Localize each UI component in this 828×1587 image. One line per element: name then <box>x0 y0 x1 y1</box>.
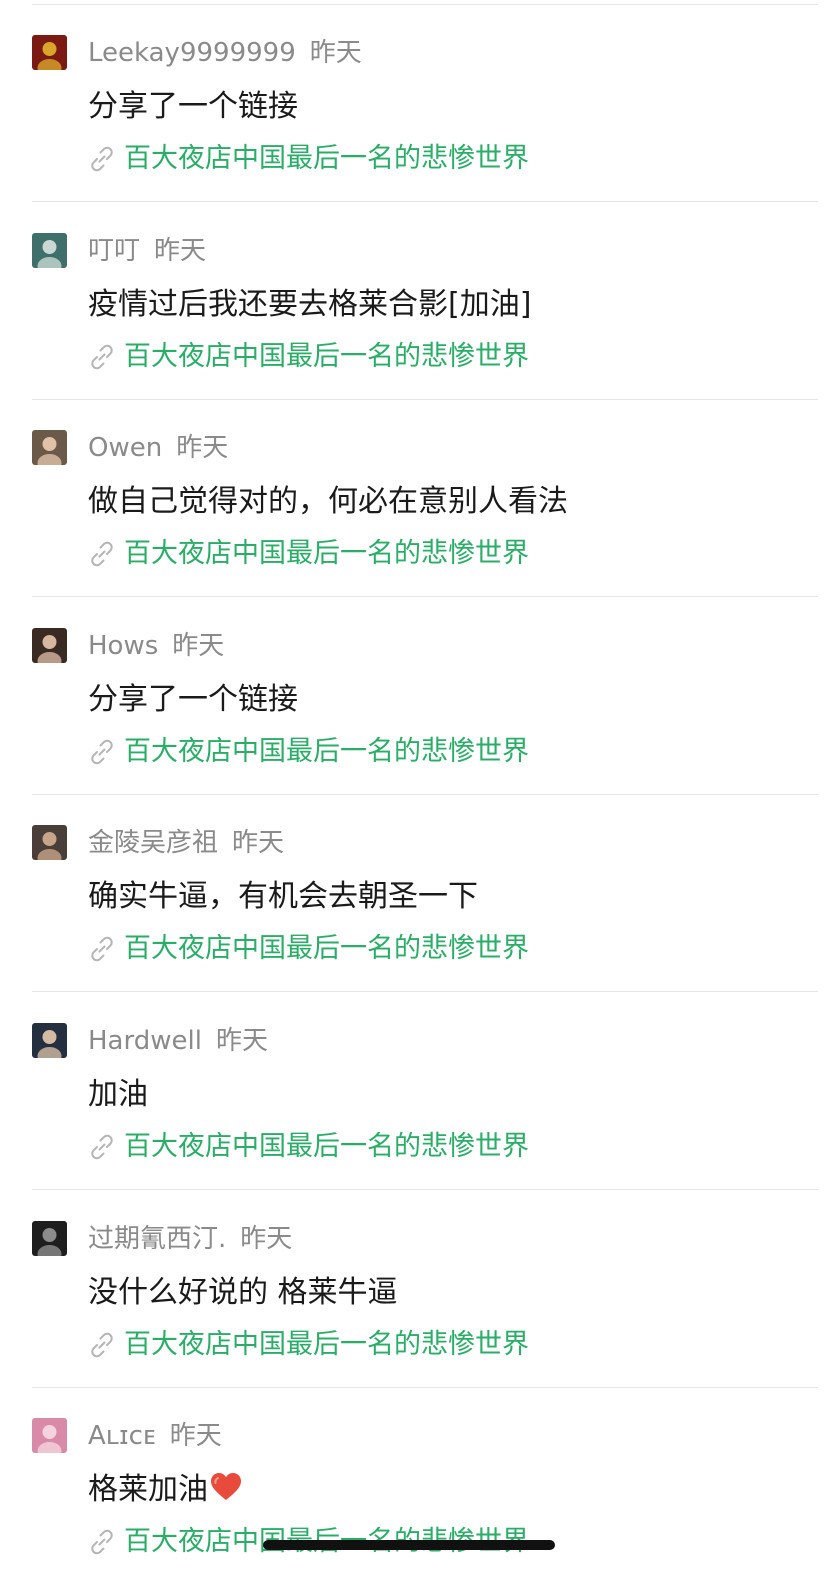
user-name[interactable]: Leekay9999999 <box>88 38 296 68</box>
link-title[interactable]: 百大夜店中国最后一名的悲惨世界 <box>124 139 529 179</box>
feed-item[interactable]: Aʟɪᴄᴇ昨天格莱加油百大夜店中国最后一名的悲惨世界 <box>0 1388 828 1585</box>
link-icon <box>86 538 118 570</box>
link-icon <box>86 933 118 965</box>
comment-meta: Leekay9999999 昨天 <box>88 33 362 73</box>
comment-meta: Hows 昨天 <box>88 626 224 666</box>
link-icon <box>86 1329 118 1361</box>
item-divider <box>32 596 818 597</box>
comment-text: 格莱加油 <box>88 1472 208 1507</box>
shared-link[interactable]: 百大夜店中国最后一名的悲惨世界 <box>86 929 529 969</box>
timestamp: 昨天 <box>154 236 207 266</box>
comment-text: 确实牛逼，有机会去朝圣一下 <box>88 879 478 914</box>
timestamp: 昨天 <box>232 828 285 858</box>
feed-item[interactable]: Hardwell 昨天加油百大夜店中国最后一名的悲惨世界 <box>0 993 828 1190</box>
user-name[interactable]: 叮叮 <box>88 236 140 266</box>
comment-meta: Aʟɪᴄᴇ 昨天 <box>88 1416 222 1456</box>
shared-link[interactable]: 百大夜店中国最后一名的悲惨世界 <box>86 1127 529 1167</box>
user-name[interactable]: Hows <box>88 631 158 661</box>
avatar[interactable] <box>32 430 67 465</box>
comment-text-row: 确实牛逼，有机会去朝圣一下 <box>88 875 478 919</box>
shared-link[interactable]: 百大夜店中国最后一名的悲惨世界 <box>86 139 529 179</box>
item-divider <box>32 991 818 992</box>
comment-text-row: 疫情过后我还要去格莱合影[加油] <box>88 283 531 327</box>
link-title[interactable]: 百大夜店中国最后一名的悲惨世界 <box>124 1127 529 1167</box>
comment-text: 加油 <box>88 1077 148 1112</box>
feed-item[interactable]: 金陵吴彦祖 昨天确实牛逼，有机会去朝圣一下百大夜店中国最后一名的悲惨世界 <box>0 795 828 992</box>
shared-link[interactable]: 百大夜店中国最后一名的悲惨世界 <box>86 1325 529 1365</box>
timestamp: 昨天 <box>240 1224 293 1254</box>
link-title[interactable]: 百大夜店中国最后一名的悲惨世界 <box>124 1325 529 1365</box>
user-name[interactable]: Owen <box>88 433 162 463</box>
comment-text-row: 加油 <box>88 1073 148 1117</box>
feed-item[interactable]: 叮叮 昨天疫情过后我还要去格莱合影[加油] 百大夜店中国最后一名的悲惨世界 <box>0 203 828 400</box>
user-name[interactable]: Aʟɪᴄᴇ <box>88 1421 156 1451</box>
comment-meta: 金陵吴彦祖 昨天 <box>88 823 284 863</box>
avatar[interactable] <box>32 233 67 268</box>
link-title[interactable]: 百大夜店中国最后一名的悲惨世界 <box>124 337 529 377</box>
avatar[interactable] <box>32 825 67 860</box>
heart-emoji-icon <box>210 1471 242 1515</box>
item-divider <box>32 1189 818 1190</box>
timestamp: 昨天 <box>176 433 229 463</box>
comment-text-row: 分享了一个链接 <box>88 85 298 129</box>
item-divider <box>32 201 818 202</box>
comment-meta: 叮叮 昨天 <box>88 231 206 271</box>
comment-text: 分享了一个链接 <box>88 682 298 717</box>
shared-link[interactable]: 百大夜店中国最后一名的悲惨世界 <box>86 732 529 772</box>
link-icon <box>86 1131 118 1163</box>
avatar[interactable] <box>32 1023 67 1058</box>
link-icon <box>86 143 118 175</box>
user-name[interactable]: 过期氰西汀. <box>88 1224 226 1254</box>
shared-link[interactable]: 百大夜店中国最后一名的悲惨世界 <box>86 534 529 574</box>
link-title[interactable]: 百大夜店中国最后一名的悲惨世界 <box>124 732 529 772</box>
user-name[interactable]: 金陵吴彦祖 <box>88 828 218 858</box>
home-indicator[interactable] <box>263 1540 555 1550</box>
link-icon <box>86 341 118 373</box>
avatar[interactable] <box>32 1418 67 1453</box>
comment-text: 疫情过后我还要去格莱合影[加油] <box>88 287 532 322</box>
comment-meta: Owen 昨天 <box>88 428 228 468</box>
comment-text-row: 做自己觉得对的，何必在意别人看法 <box>88 480 568 524</box>
feed-item[interactable]: Leekay9999999 昨天 分享了一个链接百大夜店中国最后一名的悲惨世界 <box>0 5 828 202</box>
comment-text-row: 分享了一个链接 <box>88 678 298 722</box>
avatar[interactable] <box>32 35 67 70</box>
link-icon <box>86 1526 118 1558</box>
feed-item[interactable]: 过期氰西汀. 昨天没什么好说的 格莱牛逼百大夜店中国最后一名的悲惨世界 <box>0 1191 828 1388</box>
comment-text: 做自己觉得对的，何必在意别人看法 <box>88 484 568 519</box>
comment-meta: 过期氰西汀. 昨天 <box>88 1219 292 1259</box>
timestamp: 昨天 <box>309 38 362 68</box>
feed-item[interactable]: Hows 昨天分享了一个链接百大夜店中国最后一名的悲惨世界 <box>0 598 828 795</box>
comment-meta: Hardwell 昨天 <box>88 1021 268 1061</box>
comment-text: 没什么好说的 格莱牛逼 <box>88 1275 398 1310</box>
timestamp: 昨天 <box>215 1026 268 1056</box>
avatar[interactable] <box>32 628 67 663</box>
user-name[interactable]: Hardwell <box>88 1026 202 1056</box>
shared-link[interactable]: 百大夜店中国最后一名的悲惨世界 <box>86 337 529 377</box>
timestamp: 昨天 <box>169 1421 222 1451</box>
avatar[interactable] <box>32 1221 67 1256</box>
link-title[interactable]: 百大夜店中国最后一名的悲惨世界 <box>124 534 529 574</box>
comment-text-row: 格莱加油 <box>88 1468 242 1515</box>
feed-item[interactable]: Owen 昨天做自己觉得对的，何必在意别人看法百大夜店中国最后一名的悲惨世界 <box>0 400 828 597</box>
comment-text-row: 没什么好说的 格莱牛逼 <box>88 1271 398 1315</box>
comment-text: 分享了一个链接 <box>88 89 298 124</box>
link-icon <box>86 736 118 768</box>
timestamp: 昨天 <box>172 631 225 661</box>
link-title[interactable]: 百大夜店中国最后一名的悲惨世界 <box>124 929 529 969</box>
